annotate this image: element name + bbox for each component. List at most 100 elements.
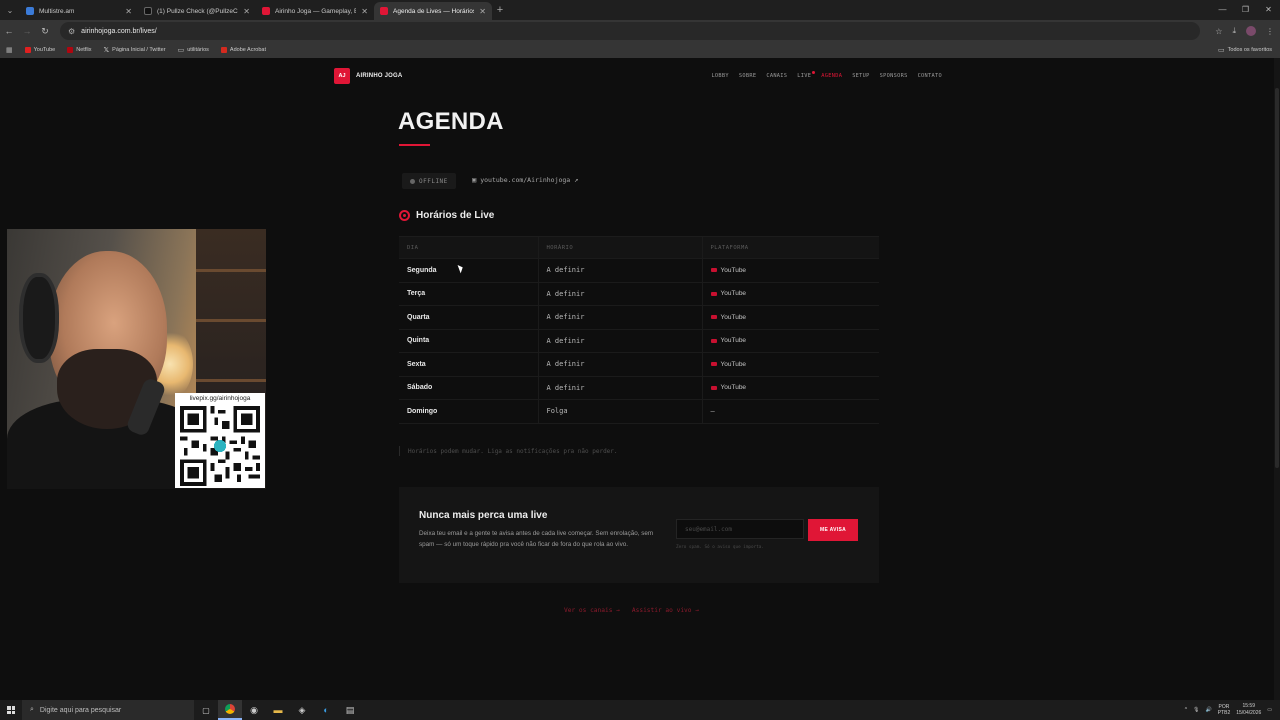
- apps-grid-icon[interactable]: ▦: [6, 46, 13, 54]
- forward-icon[interactable]: →: [18, 26, 36, 36]
- tab-close-icon[interactable]: ✕: [243, 7, 250, 16]
- see-channels-link[interactable]: Ver os canais →: [564, 607, 620, 614]
- address-bar[interactable]: ⚙ airinhojoga.com.br/lives/: [60, 22, 1200, 40]
- nav-lobby[interactable]: LOBBY: [711, 73, 728, 79]
- tab-favicon-icon: [262, 7, 270, 15]
- search-icon: ⌕: [30, 706, 34, 713]
- microphone-tray-icon[interactable]: 🎙: [1193, 707, 1199, 713]
- all-bookmarks-label: Todos os favoritos: [1227, 47, 1272, 53]
- table-row: Terça A definir YouTube: [399, 281, 879, 306]
- profile-avatar[interactable]: [1246, 26, 1256, 36]
- notify-me-button[interactable]: ME AVISA: [808, 519, 858, 541]
- download-icon[interactable]: ⤓: [1232, 26, 1236, 36]
- watch-live-link[interactable]: Assistir ao vivo →: [632, 607, 699, 614]
- row-day: Sábado: [399, 375, 538, 400]
- bookmark-utilitarios[interactable]: ▭ utilitários: [178, 46, 209, 54]
- language-indicator[interactable]: POR PTB2: [1218, 704, 1231, 716]
- browser-tab[interactable]: (1) Pullze Check (@PullzeCheck ✕: [138, 2, 256, 20]
- schedule-table: DIA HORÁRIO PLATAFORMA Segunda A definir…: [399, 236, 879, 424]
- reload-icon[interactable]: ↻: [36, 26, 54, 37]
- row-platform: YouTube: [720, 266, 747, 274]
- windows-taskbar: ⌕ Digite aqui para pesquisar ▢ ◉ ▬ ◈ ◐ ▤…: [0, 700, 1280, 720]
- bookmark-star-icon[interactable]: ☆: [1215, 27, 1222, 36]
- bookmarks-bar: ▦ YouTube Netflix 𝕏 Página Inicial / Twi…: [0, 42, 1280, 58]
- bookmark-twitter[interactable]: 𝕏 Página Inicial / Twitter: [104, 46, 166, 54]
- row-time: A definir: [537, 305, 702, 329]
- browser-tab[interactable]: Airinho Joga — Gameplay, Entr ✕: [256, 2, 374, 20]
- all-bookmarks[interactable]: ▭ Todos os favoritos: [1218, 42, 1272, 58]
- tab-favicon-icon: [380, 7, 388, 15]
- taskbar-chrome[interactable]: [218, 700, 242, 720]
- row-platform-cell: YouTube: [701, 375, 879, 400]
- youtube-icon: [710, 362, 717, 367]
- bookmark-adobe-acrobat[interactable]: Adobe Acrobat: [220, 47, 266, 53]
- site-name[interactable]: AIRINHO JOGA: [356, 73, 402, 79]
- start-button[interactable]: [0, 700, 22, 720]
- taskbar-obs-icon[interactable]: ◉: [242, 700, 266, 720]
- close-window-icon[interactable]: ✕: [1257, 0, 1280, 20]
- row-day: Domingo: [399, 399, 538, 424]
- row-time: A definir: [537, 352, 702, 376]
- site-nav: LOBBY SOBRE CANAIS LIVE AGENDA SETUP SPO…: [711, 68, 942, 84]
- row-platform: YouTube: [720, 360, 747, 368]
- row-day: Quinta: [399, 328, 538, 353]
- scrollbar[interactable]: [1274, 58, 1280, 700]
- newsletter-disclaimer: Zero spam. Só o aviso que importa.: [676, 545, 764, 550]
- tab-search-icon[interactable]: ⌄: [0, 0, 20, 20]
- nav-sponsors[interactable]: SPONSORS: [880, 73, 908, 79]
- site-info-icon[interactable]: ⚙: [68, 27, 75, 36]
- email-field[interactable]: [676, 519, 804, 539]
- browser-tab-active[interactable]: Agenda de Lives — Horários d ✕: [374, 2, 492, 20]
- tab-title: Multistre.am: [39, 7, 75, 15]
- nav-contato[interactable]: CONTATO: [918, 73, 942, 79]
- youtube-icon: [24, 47, 31, 53]
- taskbar-task-view-icon[interactable]: ▢: [194, 700, 218, 720]
- tab-close-icon[interactable]: ✕: [361, 7, 368, 16]
- new-tab-icon[interactable]: +: [492, 4, 508, 16]
- clock-date: 15/04/2026: [1236, 710, 1262, 716]
- clock[interactable]: 15:59 15/04/2026: [1236, 703, 1261, 717]
- windows-logo-icon: [7, 706, 15, 714]
- menu-icon[interactable]: ⋮: [1266, 27, 1274, 36]
- shelf-board: [196, 269, 266, 272]
- taskbar-app-icon[interactable]: ▤: [338, 700, 362, 720]
- folder-icon: ▭: [177, 47, 185, 54]
- site-logo[interactable]: AJ: [334, 68, 350, 84]
- row-platform: YouTube: [720, 290, 747, 298]
- title-underline: [399, 144, 430, 146]
- tab-title: (1) Pullze Check (@PullzeCheck: [157, 7, 238, 15]
- chrome-icon: [225, 704, 235, 714]
- tab-close-icon[interactable]: ✕: [479, 7, 486, 16]
- status-dot-icon: [410, 178, 415, 184]
- taskbar-edge-icon[interactable]: ◐: [314, 700, 338, 720]
- taskbar-capcut-icon[interactable]: ◈: [290, 700, 314, 720]
- row-time: A definir: [537, 281, 702, 306]
- acrobat-icon: [220, 47, 227, 53]
- minimize-icon[interactable]: —: [1211, 0, 1234, 20]
- scrollbar-thumb[interactable]: [1275, 88, 1279, 468]
- tab-close-icon[interactable]: ✕: [125, 7, 132, 16]
- row-day: Segunda: [399, 258, 538, 282]
- column-header-time: HORÁRIO: [537, 236, 702, 259]
- bookmark-netflix[interactable]: Netflix: [67, 47, 92, 53]
- nav-agenda[interactable]: AGENDA: [821, 73, 842, 79]
- row-platform-cell: YouTube: [701, 352, 879, 376]
- youtube-icon: [710, 338, 717, 343]
- taskbar-file-explorer-icon[interactable]: ▬: [266, 700, 290, 720]
- nav-sobre[interactable]: SOBRE: [739, 73, 756, 79]
- nav-canais[interactable]: CANAIS: [766, 73, 787, 79]
- notifications-icon[interactable]: ▭: [1267, 707, 1272, 713]
- nav-live[interactable]: LIVE: [797, 71, 816, 79]
- maximize-icon[interactable]: ❐: [1234, 0, 1257, 20]
- taskbar-search[interactable]: ⌕ Digite aqui para pesquisar: [22, 700, 194, 720]
- speaker-icon[interactable]: 🔊: [1205, 707, 1211, 713]
- nav-setup[interactable]: SETUP: [852, 73, 869, 79]
- table-row: Quarta A definir YouTube: [399, 305, 879, 329]
- tray-chevron-icon[interactable]: ^: [1185, 707, 1187, 713]
- youtube-channel-link[interactable]: ▣ youtube.com/Airinhojoga ↗: [472, 176, 578, 184]
- browser-tab[interactable]: Multistre.am ✕: [20, 2, 138, 20]
- row-day: Terça: [399, 281, 538, 306]
- site-header: AJ AIRINHO JOGA LOBBY SOBRE CANAIS LIVE …: [334, 68, 944, 84]
- bookmark-youtube[interactable]: YouTube: [24, 47, 55, 53]
- back-icon[interactable]: ←: [0, 26, 18, 36]
